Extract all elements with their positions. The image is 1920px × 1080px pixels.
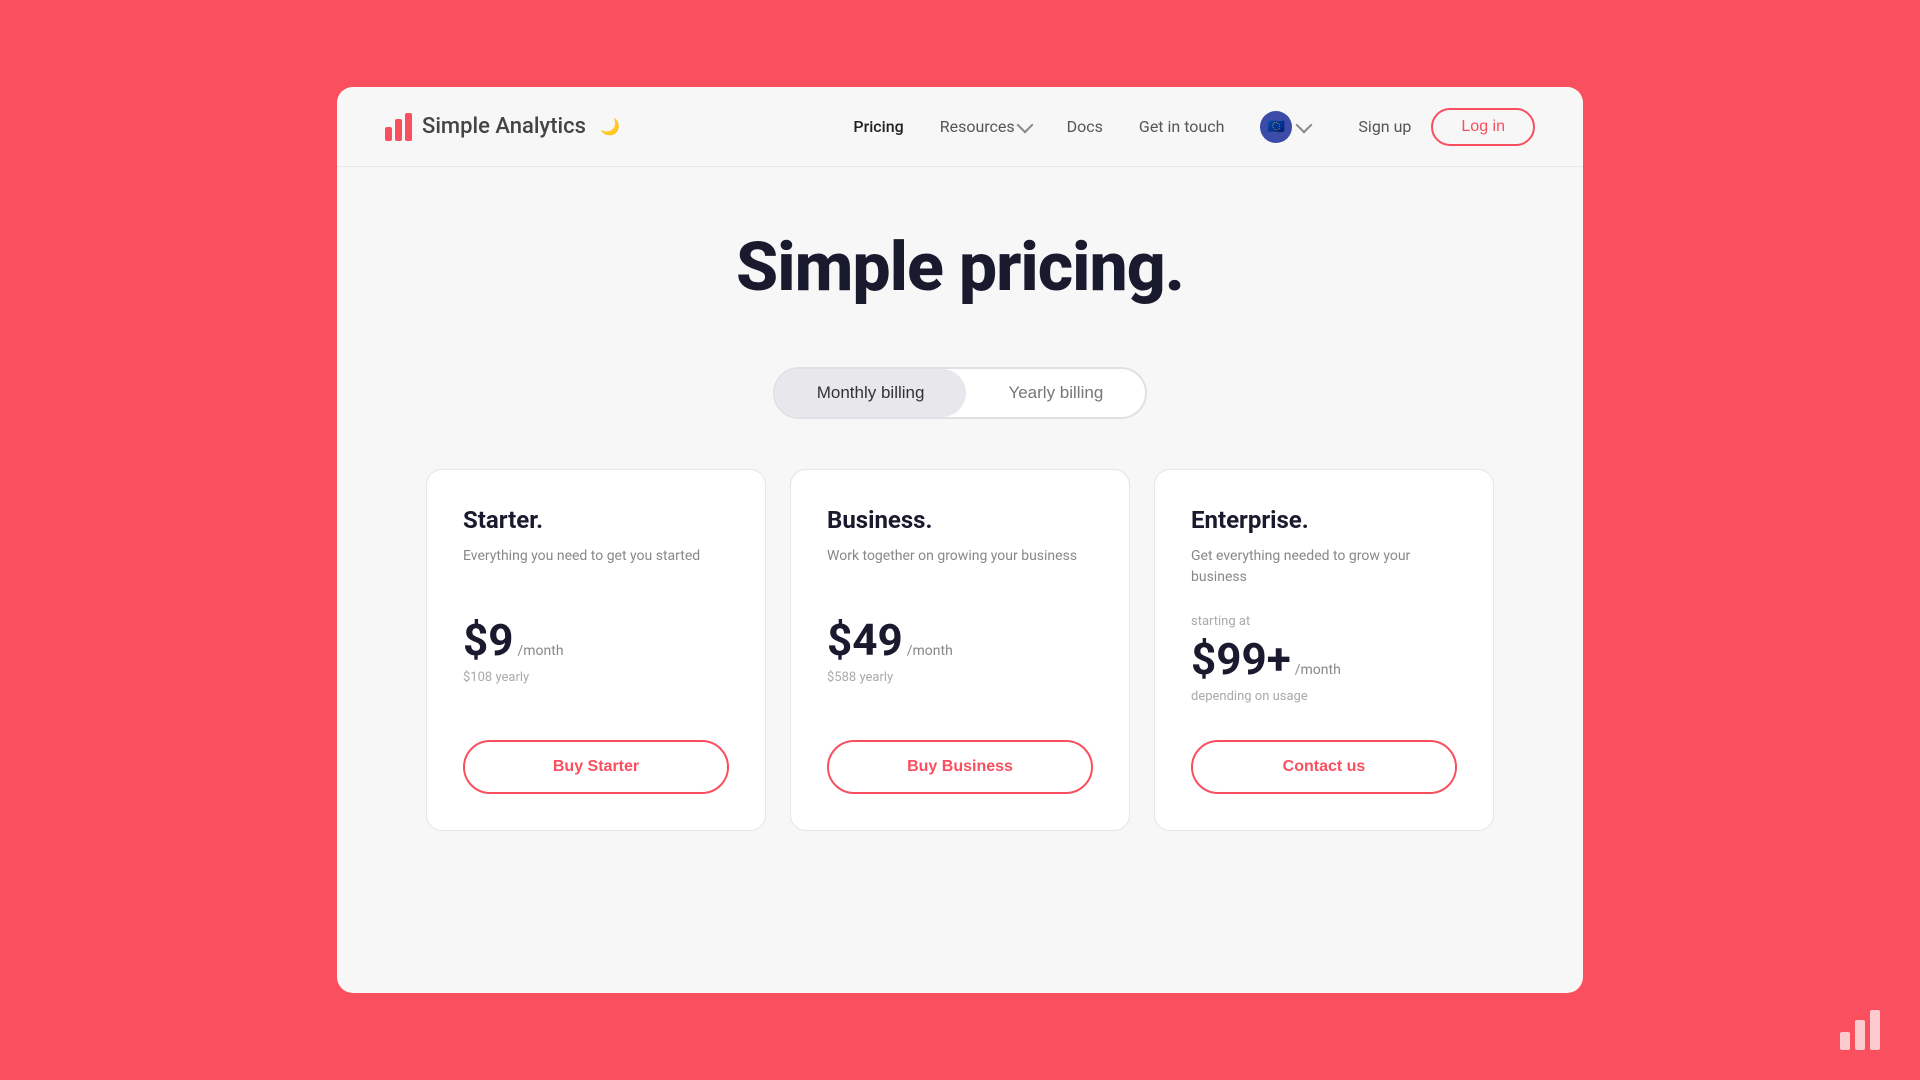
hero-section: Simple pricing. bbox=[337, 167, 1583, 347]
bottom-bar-1 bbox=[1840, 1032, 1850, 1050]
bottom-bar-3 bbox=[1870, 1010, 1880, 1050]
enterprise-price-amount: $99+ bbox=[1191, 633, 1291, 685]
nav-resources[interactable]: Resources bbox=[940, 117, 1031, 136]
navbar: Simple Analytics 🌙 Pricing Resources Doc… bbox=[337, 87, 1583, 167]
starter-price-period: /month bbox=[518, 643, 564, 659]
enterprise-usage-note: depending on usage bbox=[1191, 689, 1457, 704]
starter-price-amount: $9 bbox=[463, 614, 514, 666]
billing-toggle: Monthly billing Yearly billing bbox=[337, 367, 1583, 419]
starter-price-main: $9 /month bbox=[463, 614, 729, 666]
logo-bar-3 bbox=[405, 113, 412, 141]
resources-chevron-icon bbox=[1016, 116, 1033, 133]
starter-plan-name: Starter. bbox=[463, 506, 729, 534]
sign-up-link[interactable]: Sign up bbox=[1358, 117, 1411, 136]
business-price-period: /month bbox=[907, 643, 953, 659]
logo-bar-2 bbox=[395, 119, 402, 141]
logo-icon bbox=[385, 113, 412, 141]
logo-bar-1 bbox=[385, 127, 392, 141]
eu-locale[interactable]: 🇪🇺 bbox=[1260, 111, 1310, 143]
login-button[interactable]: Log in bbox=[1431, 108, 1535, 146]
enterprise-price-area: starting at $99+ /month depending on usa… bbox=[1191, 614, 1457, 732]
locale-chevron-icon bbox=[1296, 116, 1313, 133]
enterprise-card: Enterprise. Get everything needed to gro… bbox=[1154, 469, 1494, 831]
starter-yearly-price: $108 yearly bbox=[463, 670, 729, 685]
starter-price-area: $9 /month $108 yearly bbox=[463, 614, 729, 713]
logo-area: Simple Analytics 🌙 bbox=[385, 113, 853, 141]
business-price-main: $49 /month bbox=[827, 614, 1093, 666]
pricing-section: Starter. Everything you need to get you … bbox=[337, 469, 1583, 831]
hero-title: Simple pricing. bbox=[337, 227, 1583, 307]
eu-flag-icon: 🇪🇺 bbox=[1260, 111, 1292, 143]
enterprise-plan-name: Enterprise. bbox=[1191, 506, 1457, 534]
business-plan-desc: Work together on growing your business bbox=[827, 546, 1093, 590]
starter-card: Starter. Everything you need to get you … bbox=[426, 469, 766, 831]
toggle-container: Monthly billing Yearly billing bbox=[773, 367, 1148, 419]
business-yearly-price: $588 yearly bbox=[827, 670, 1093, 685]
starter-plan-desc: Everything you need to get you started bbox=[463, 546, 729, 590]
business-card: Business. Work together on growing your … bbox=[790, 469, 1130, 831]
monthly-billing-button[interactable]: Monthly billing bbox=[775, 369, 967, 417]
nav-auth: Sign up Log in bbox=[1358, 108, 1535, 146]
bottom-bar-2 bbox=[1855, 1020, 1865, 1050]
buy-business-button[interactable]: Buy Business bbox=[827, 740, 1093, 794]
bottom-bars-decoration bbox=[1840, 1010, 1880, 1050]
logo-text[interactable]: Simple Analytics bbox=[422, 114, 586, 139]
enterprise-plan-desc: Get everything needed to grow your busin… bbox=[1191, 546, 1457, 590]
nav-get-in-touch[interactable]: Get in touch bbox=[1139, 117, 1225, 136]
enterprise-price-main: $99+ /month bbox=[1191, 633, 1457, 685]
enterprise-price-period: /month bbox=[1295, 662, 1341, 678]
nav-links: Pricing Resources Docs Get in touch 🇪🇺 bbox=[853, 111, 1310, 143]
yearly-billing-button[interactable]: Yearly billing bbox=[966, 369, 1145, 417]
business-price-amount: $49 bbox=[827, 614, 903, 666]
business-price-area: $49 /month $588 yearly bbox=[827, 614, 1093, 713]
contact-us-button[interactable]: Contact us bbox=[1191, 740, 1457, 794]
moon-icon: 🌙 bbox=[600, 117, 620, 136]
nav-pricing[interactable]: Pricing bbox=[853, 117, 903, 136]
buy-starter-button[interactable]: Buy Starter bbox=[463, 740, 729, 794]
business-plan-name: Business. bbox=[827, 506, 1093, 534]
nav-docs[interactable]: Docs bbox=[1067, 117, 1103, 136]
enterprise-starting-at: starting at bbox=[1191, 614, 1457, 629]
